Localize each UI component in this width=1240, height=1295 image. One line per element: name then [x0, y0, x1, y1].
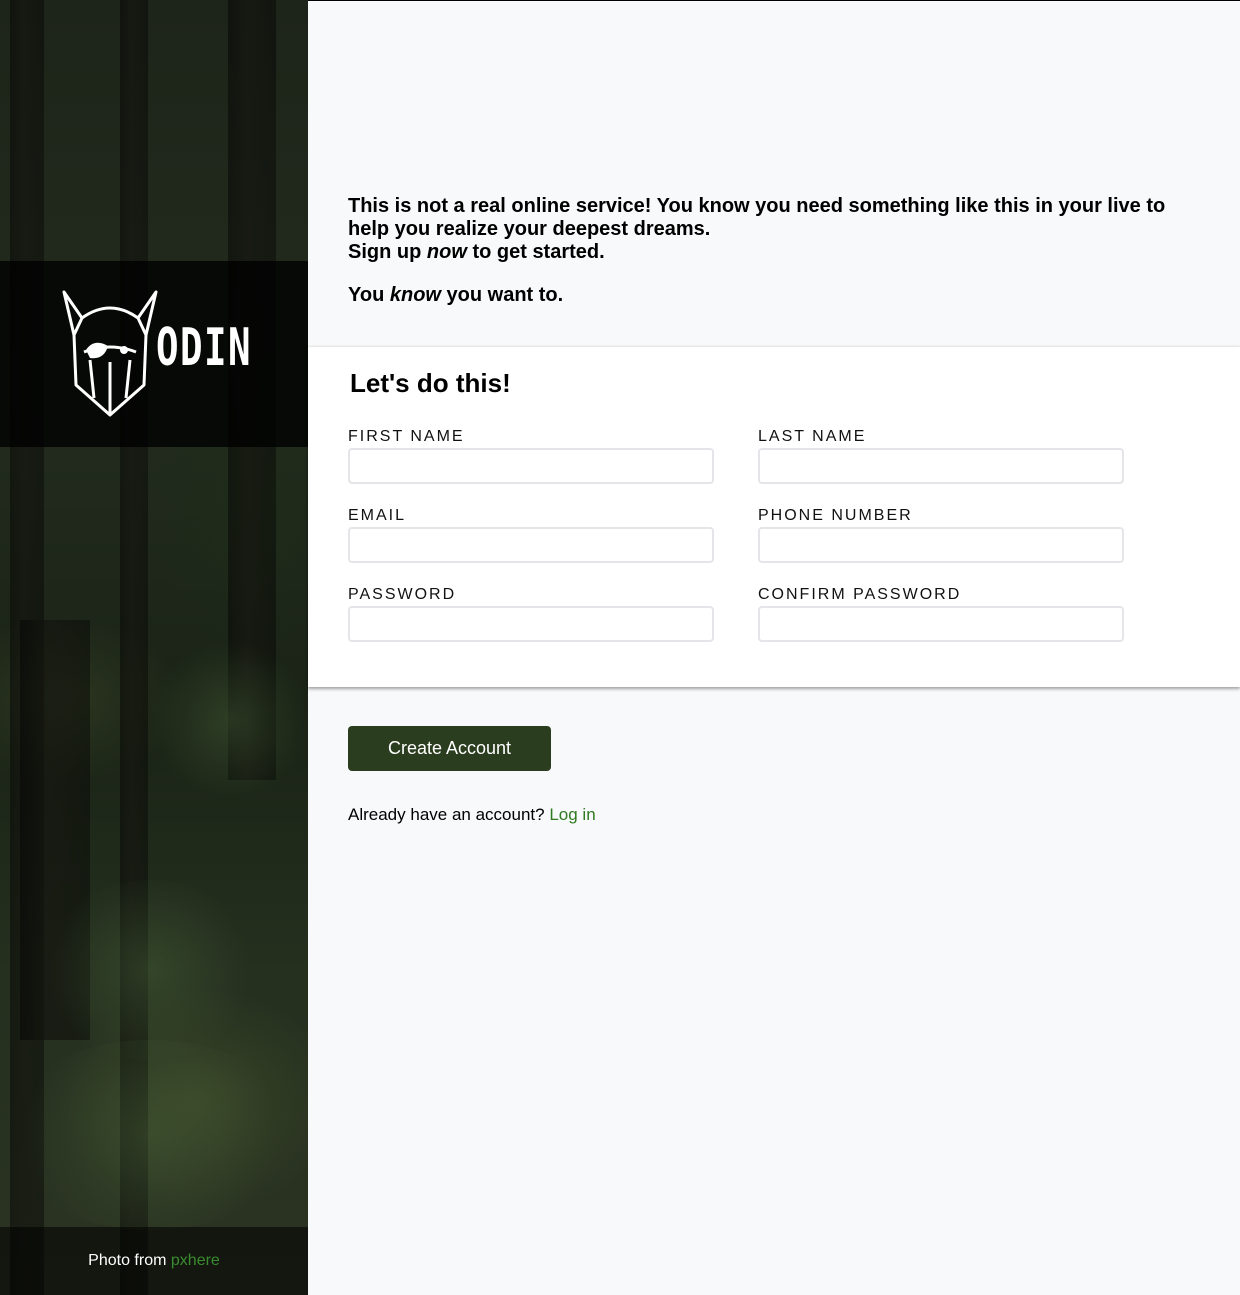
login-link[interactable]: Log in	[549, 805, 595, 824]
password-input[interactable]	[348, 606, 714, 642]
logo-wordmark: ODIN	[156, 318, 252, 378]
intro-line-2-start: Sign up	[348, 241, 427, 263]
intro-line-3: You know you want to.	[348, 284, 1168, 307]
intro-text: This is not a real online service! You k…	[348, 195, 1168, 307]
intro-line-2-emphasis: now	[426, 241, 467, 263]
form-title: Let's do this!	[350, 368, 511, 398]
email-label: EMAIL	[348, 507, 407, 524]
fern-foliage	[150, 640, 308, 800]
email-input[interactable]	[348, 527, 714, 563]
intro-line-1: This is not a real online service! You k…	[348, 195, 1166, 240]
photo-credit-text: Photo from	[88, 1252, 167, 1269]
phone-group: PHONE NUMBER	[758, 507, 1124, 563]
main-content: This is not a real online service! You k…	[308, 0, 1240, 1295]
password-label: PASSWORD	[348, 586, 457, 603]
fern-foliage	[40, 880, 260, 1060]
first-name-label: FIRST NAME	[348, 428, 465, 445]
login-prompt: Already have an account? Log in	[348, 805, 596, 825]
first-name-group: FIRST NAME	[348, 428, 714, 484]
first-name-input[interactable]	[348, 448, 714, 484]
intro-line-3-end: you want to.	[440, 284, 564, 306]
password-group: PASSWORD	[348, 586, 714, 642]
phone-input[interactable]	[758, 527, 1124, 563]
intro-line-3-emphasis: know	[389, 284, 441, 306]
moss-foliage	[0, 1040, 300, 1230]
phone-label: PHONE NUMBER	[758, 507, 913, 524]
photo-credit: Photo from pxhere	[0, 1252, 308, 1270]
email-group: EMAIL	[348, 507, 714, 563]
intro-line-2: Sign up now to get started.	[348, 241, 1168, 264]
pxhere-link[interactable]: pxhere	[171, 1252, 220, 1269]
signup-form: Let's do this! FIRST NAME LAST NAME EMAI…	[308, 347, 1240, 687]
last-name-group: LAST NAME	[758, 428, 1124, 484]
sidebar-background-photo: ODIN Photo from pxhere	[0, 0, 308, 1295]
intro-line-3-start: You	[348, 284, 390, 306]
intro-line-2-end: to get started.	[466, 241, 605, 263]
confirm-password-group: CONFIRM PASSWORD	[758, 586, 1124, 642]
create-account-button[interactable]: Create Account	[348, 726, 551, 771]
last-name-input[interactable]	[758, 448, 1124, 484]
confirm-password-input[interactable]	[758, 606, 1124, 642]
login-prompt-text: Already have an account?	[348, 805, 545, 824]
last-name-label: LAST NAME	[758, 428, 867, 445]
confirm-password-label: CONFIRM PASSWORD	[758, 586, 962, 603]
